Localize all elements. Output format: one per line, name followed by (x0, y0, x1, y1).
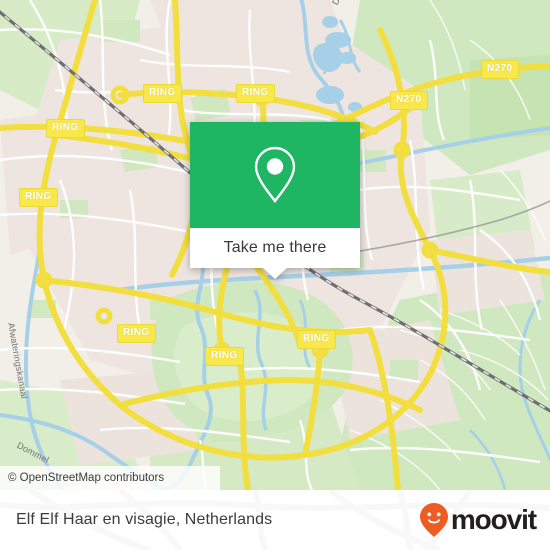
road-shield-ring: RING (117, 324, 156, 343)
road-shield-ring: RING (297, 330, 336, 349)
place-title: Elf Elf Haar en visagie, Netherlands (16, 511, 273, 528)
popup-pointer-tail (263, 268, 287, 279)
popup-header (190, 122, 360, 228)
road-shield-ring: RING (46, 119, 85, 138)
popup-action-label: Take me there (223, 239, 327, 256)
road-shield-n270: N270 (390, 91, 428, 110)
page-footer: Elf Elf Haar en visagie, Netherlands moo… (0, 490, 550, 550)
map-canvas[interactable]: RINGRINGRINGRINGRINGRINGRINGN270N270 Dom… (0, 0, 550, 490)
moovit-smiley-pin-icon (419, 503, 448, 537)
take-me-there-popup[interactable]: Take me there (190, 122, 360, 279)
popup-action-bar[interactable]: Take me there (190, 228, 360, 279)
moovit-map-page: RINGRINGRINGRINGRINGRINGRINGN270N270 Dom… (0, 0, 550, 550)
moovit-wordmark: moovit (450, 504, 537, 535)
road-shield-n270: N270 (481, 60, 519, 79)
road-shield-ring: RING (19, 188, 58, 207)
location-pin-icon (254, 146, 296, 203)
moovit-logo[interactable]: moovit (419, 502, 537, 538)
road-shield-ring: RING (236, 84, 275, 103)
footer-content: Elf Elf Haar en visagie, Netherlands moo… (0, 490, 550, 550)
map-attribution[interactable]: © OpenStreetMap contributors (0, 466, 220, 490)
road-shield-ring: RING (205, 347, 244, 366)
road-shield-ring: RING (143, 84, 182, 103)
attribution-text: © OpenStreetMap contributors (8, 472, 165, 484)
